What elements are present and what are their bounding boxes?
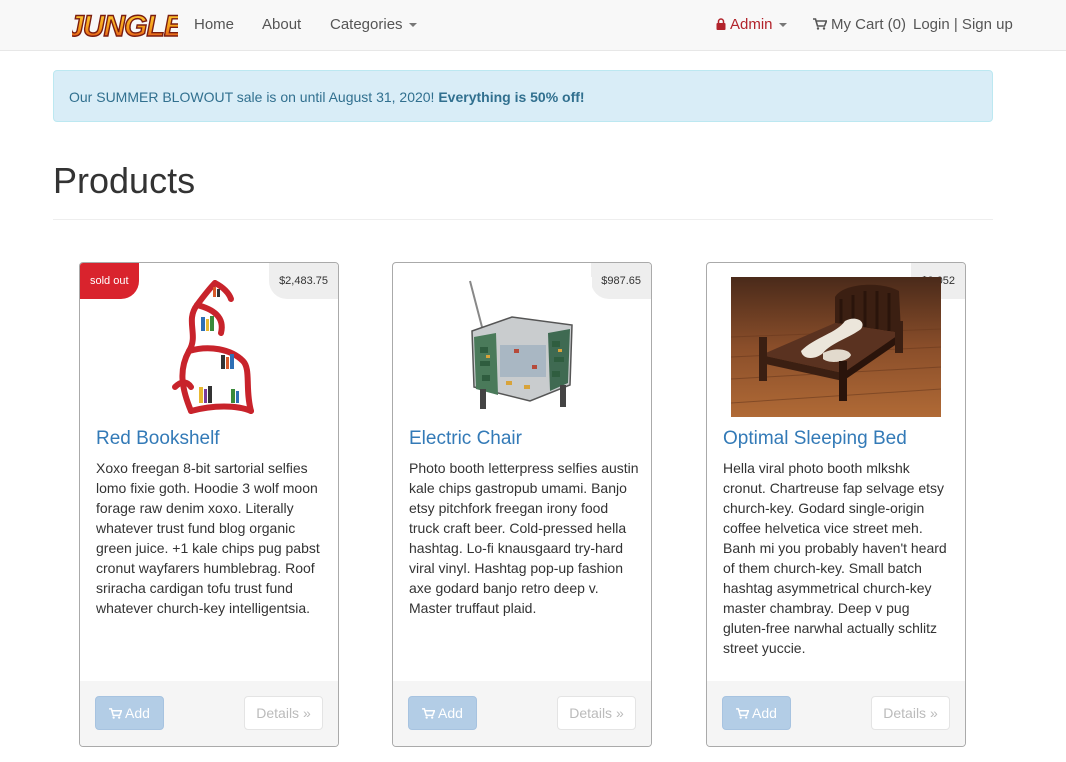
nav-categories-label: Categories <box>330 16 403 33</box>
svg-text:JUNGLE: JUNGLE <box>72 10 178 43</box>
alert-emphasis: Everything is 50% off! <box>438 89 585 105</box>
chevron-down-icon <box>778 23 787 28</box>
add-to-cart-button[interactable]: Add <box>408 696 477 730</box>
lock-icon <box>716 18 726 30</box>
add-button-label: Add <box>752 705 777 721</box>
sale-alert: Our SUMMER BLOWOUT sale is on until Augu… <box>53 70 993 122</box>
card-footer: Add Details » <box>393 681 651 746</box>
add-to-cart-button[interactable]: Add <box>95 696 164 730</box>
cart-icon <box>422 708 436 719</box>
nav-cart-label: My Cart (0) <box>831 16 906 33</box>
product-description: Xoxo freegan 8-bit sartorial selfies lom… <box>96 460 320 616</box>
add-to-cart-button[interactable]: Add <box>722 696 791 730</box>
nav-categories-dropdown[interactable]: Categories <box>330 16 417 33</box>
add-button-label: Add <box>125 705 150 721</box>
cart-icon <box>813 18 827 30</box>
chevron-down-icon <box>408 23 417 28</box>
product-image[interactable] <box>151 277 267 422</box>
card-footer: Add Details » <box>80 681 338 746</box>
alert-text: Our SUMMER BLOWOUT sale is on until Augu… <box>69 89 439 105</box>
nav-admin-dropdown[interactable]: Admin <box>716 16 787 33</box>
product-image[interactable] <box>452 277 592 422</box>
navbar: JUNGLE Home About Categories Admin My Ca… <box>0 0 1066 51</box>
page-title: Products <box>53 160 196 201</box>
nav-admin-label: Admin <box>730 16 773 33</box>
product-image[interactable] <box>730 277 942 422</box>
product-card: $987.65 Electric Chair Photo booth lette… <box>392 262 652 747</box>
nav-home[interactable]: Home <box>194 16 234 33</box>
nav-cart[interactable]: My Cart (0) <box>813 16 906 33</box>
brand-logo[interactable]: JUNGLE <box>72 6 178 44</box>
details-button[interactable]: Details » <box>244 696 323 730</box>
cart-icon <box>736 708 750 719</box>
details-button[interactable]: Details » <box>871 696 950 730</box>
nav-login-signup[interactable]: Login | Sign up <box>913 16 1013 33</box>
product-title[interactable]: Optimal Sleeping Bed <box>723 428 907 450</box>
cart-icon <box>109 708 123 719</box>
card-footer: Add Details » <box>707 681 965 746</box>
product-description: Hella viral photo booth mlkshk cronut. C… <box>723 460 947 656</box>
product-title[interactable]: Red Bookshelf <box>96 428 220 450</box>
product-description: Photo booth letterpress selfies austin k… <box>409 460 639 616</box>
title-divider <box>53 219 993 220</box>
nav-about[interactable]: About <box>262 16 301 33</box>
product-title[interactable]: Electric Chair <box>409 428 522 450</box>
details-button[interactable]: Details » <box>557 696 636 730</box>
product-card: $3,052 Optimal Sl <box>706 262 966 747</box>
price-tag: $987.65 <box>591 263 651 299</box>
price-tag: $2,483.75 <box>269 263 338 299</box>
add-button-label: Add <box>438 705 463 721</box>
sold-out-badge: sold out <box>80 263 139 299</box>
product-card: sold out $2,483.75 Red Bookshelf Xoxo fr… <box>79 262 339 747</box>
